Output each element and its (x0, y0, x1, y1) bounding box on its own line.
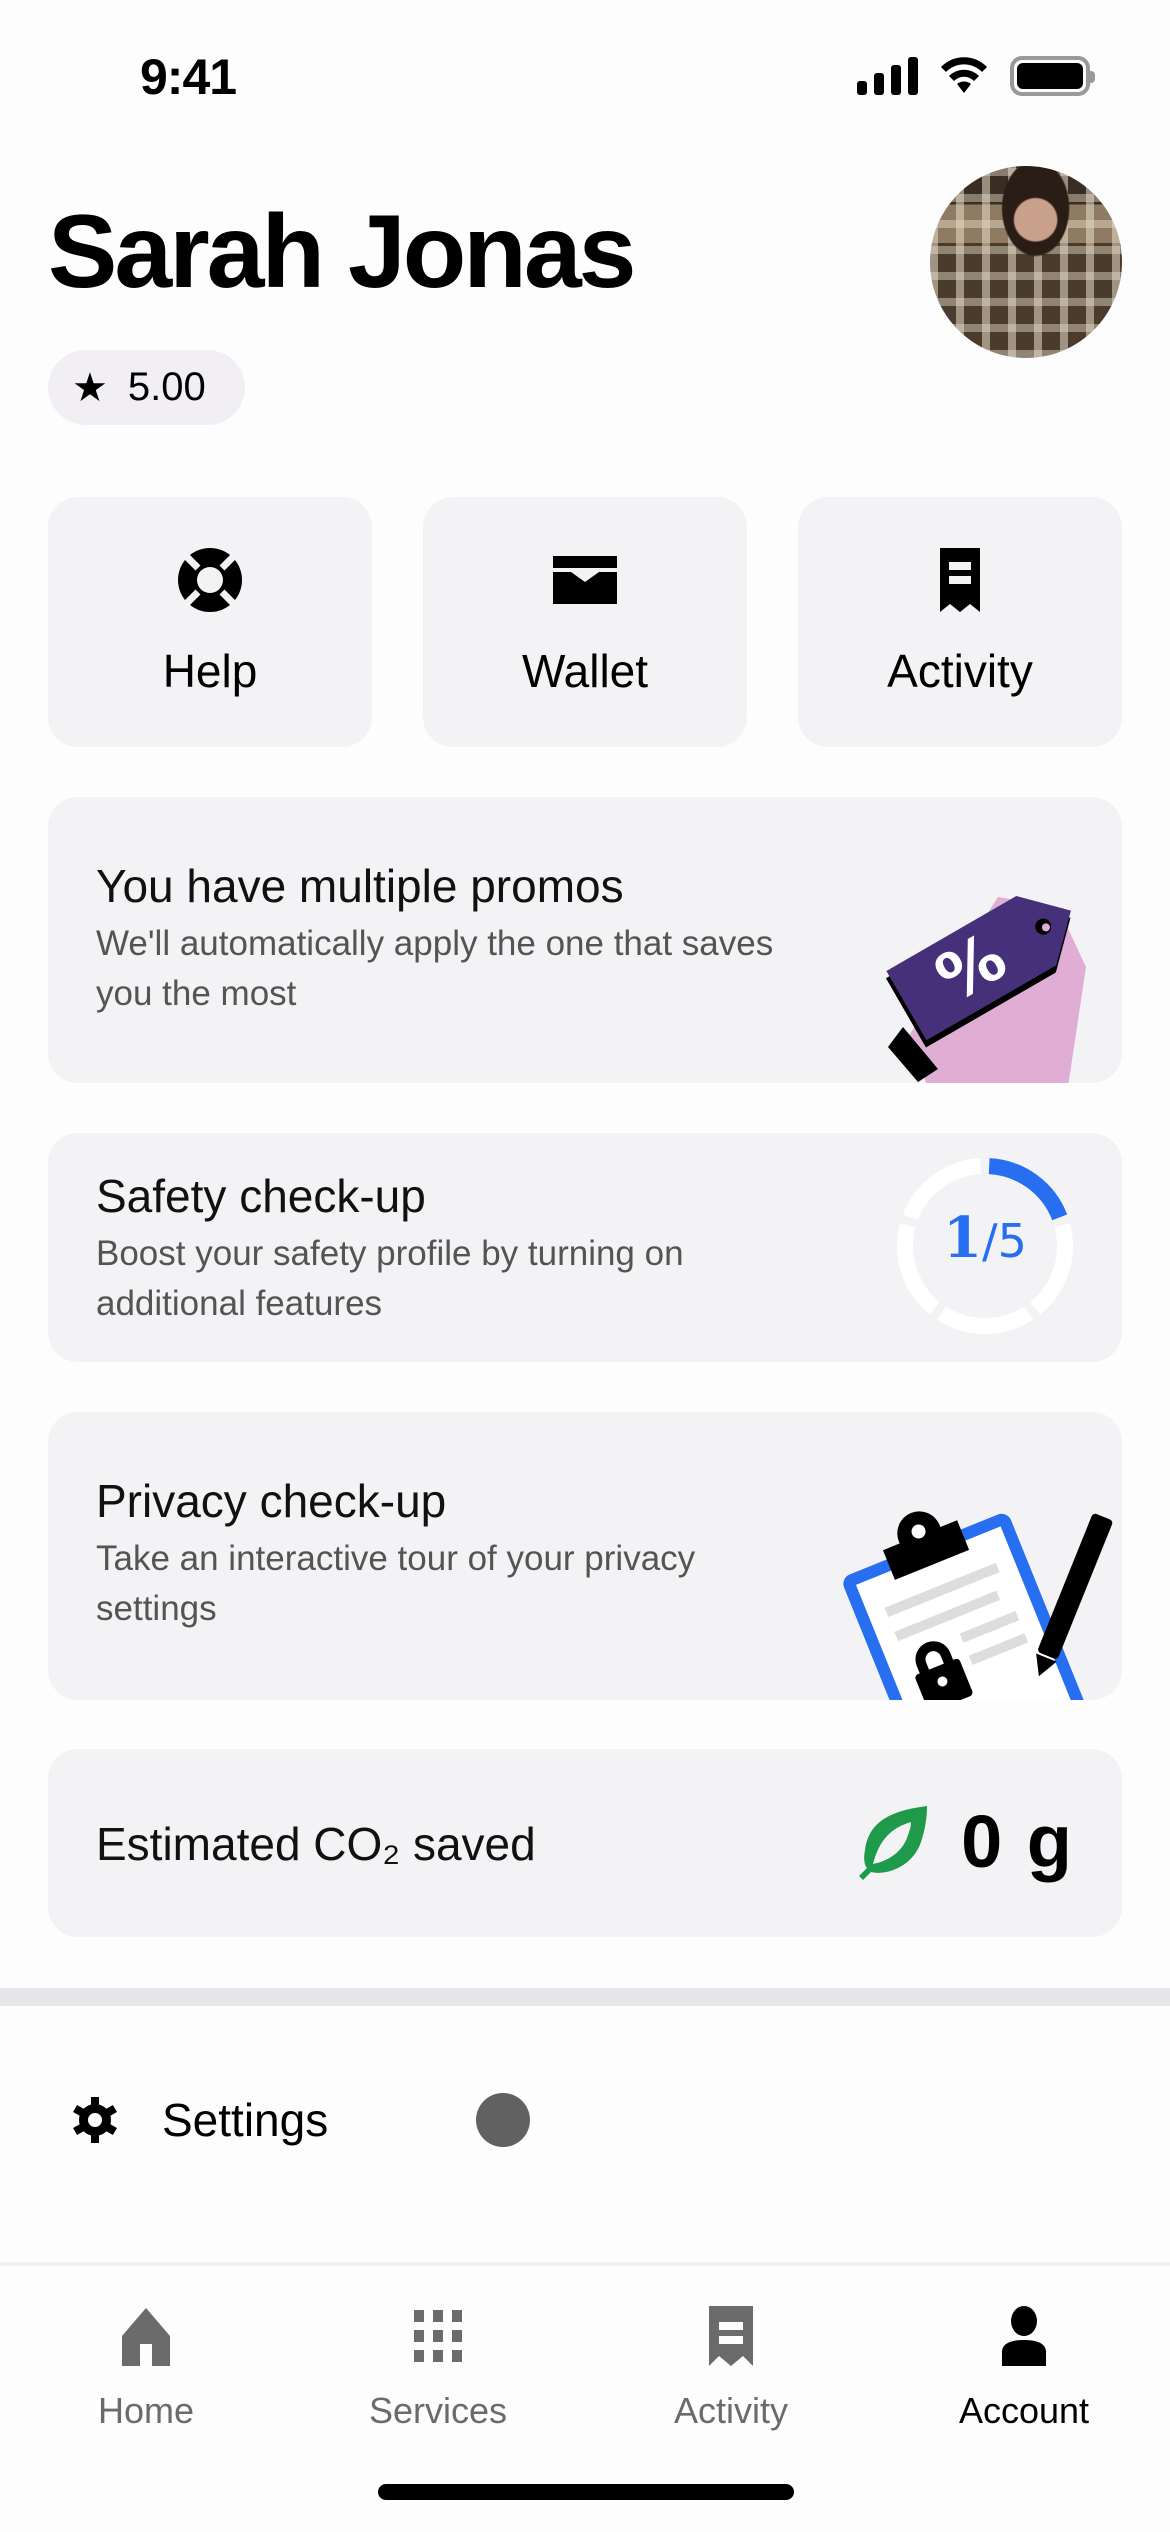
privacy-description: Take an interactive tour of your privacy… (96, 1539, 696, 1628)
progress-segment-incomplete (937, 1306, 1033, 1334)
tab-home[interactable]: Home (0, 2306, 292, 2432)
wallet-label: Wallet (521, 645, 649, 697)
help-button[interactable]: Help (48, 497, 372, 747)
settings-label: Settings (162, 2094, 329, 2146)
lifebuoy-icon (178, 548, 242, 612)
activity-label: Activity (887, 645, 1033, 697)
safety-checkup-card[interactable]: Safety check-up Boost your safety profil… (48, 1133, 1122, 1362)
tab-services[interactable]: Services (292, 2306, 584, 2432)
rating-badge: ★ 5.00 (48, 350, 245, 425)
battery-icon (1010, 56, 1095, 96)
home-indicator[interactable] (378, 2484, 794, 2500)
safety-description: Boost your safety profile by turning on … (96, 1234, 684, 1323)
rating-value: 5.00 (127, 365, 206, 409)
tab-account-label: Account (958, 2390, 1090, 2431)
co2-value-group: 0 g (857, 1799, 1074, 1884)
clipboard-lock-illustration (843, 1511, 1113, 1700)
price-tag-illustration: % (885, 896, 1086, 1083)
home-icon (122, 2308, 170, 2366)
tab-account[interactable]: Account (878, 2306, 1170, 2432)
promos-card[interactable]: You have multiple promos We'll automatic… (48, 797, 1122, 1083)
receipt-icon (709, 2306, 753, 2366)
tab-activity-label: Activity (673, 2390, 788, 2431)
tab-services-label: Services (368, 2390, 508, 2431)
wifi-icon (941, 57, 987, 93)
promos-description: We'll automatically apply the one that s… (96, 924, 774, 1013)
avatar[interactable] (930, 166, 1122, 358)
wallet-icon (553, 556, 617, 604)
touch-indicator (476, 2093, 531, 2147)
settings-row[interactable]: Settings (0, 2060, 1170, 2180)
tab-activity[interactable]: Activity (585, 2306, 877, 2432)
status-icons (857, 56, 1095, 96)
co2-saved-card[interactable]: Estimated CO₂ saved 0 g (48, 1749, 1122, 1937)
privacy-checkup-card[interactable]: Privacy check-up Take an interactive tou… (48, 1412, 1122, 1700)
co2-value: 0 g (961, 1800, 1074, 1883)
co2-title: Estimated CO₂ saved (96, 1818, 536, 1870)
wallet-button[interactable]: Wallet (423, 497, 747, 747)
grid-icon (414, 2310, 462, 2362)
user-name: Sarah Jonas (48, 194, 637, 310)
safety-progress-num: 1 (943, 1205, 983, 1271)
safety-progress-label: 1/5 (890, 1205, 1080, 1271)
promos-title: You have multiple promos (96, 860, 624, 912)
privacy-title: Privacy check-up (96, 1475, 447, 1527)
signal-icon (857, 57, 918, 95)
status-time: 9:41 (140, 49, 237, 105)
tab-home-label: Home (97, 2390, 195, 2431)
safety-title: Safety check-up (96, 1170, 426, 1222)
help-label: Help (162, 645, 258, 697)
activity-button[interactable]: Activity (798, 497, 1122, 747)
section-divider (0, 1988, 1170, 2006)
star-icon: ★ (72, 365, 108, 410)
receipt-icon (940, 548, 980, 612)
safety-progress-den: /5 (982, 1214, 1027, 1268)
gear-icon (73, 2097, 117, 2143)
leaf-icon (859, 1805, 928, 1880)
person-icon (1002, 2306, 1046, 2366)
